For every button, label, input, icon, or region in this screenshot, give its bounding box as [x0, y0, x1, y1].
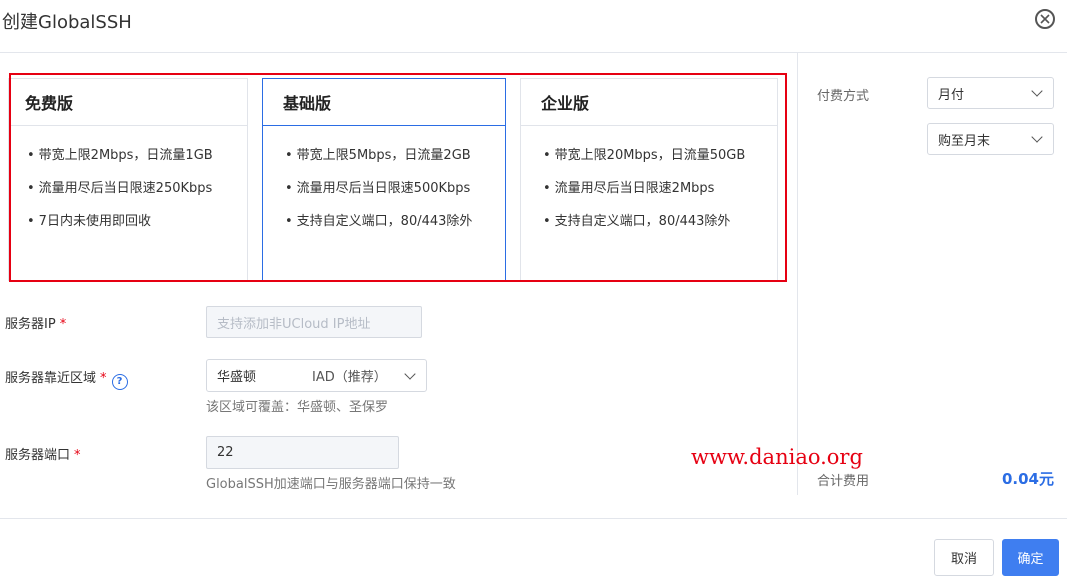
chevron-down-icon	[1031, 131, 1043, 143]
dialog-title: 创建GlobalSSH	[2, 12, 132, 33]
total-cost-value: 0.04元	[1001, 470, 1054, 488]
server-port-label: 服务器端口 *	[5, 448, 81, 463]
header-divider	[0, 52, 1067, 53]
billing-method-label: 付费方式	[817, 89, 870, 104]
billing-duration-select[interactable]: 购至月末	[927, 123, 1054, 155]
region-label: 服务器靠近区域 *?	[5, 367, 128, 390]
region-hint: 该区域可覆盖：华盛顿、圣保罗	[206, 400, 389, 415]
watermark-text: www.daniao.org	[691, 445, 863, 469]
server-port-hint: GlobalSSH加速端口与服务器端口保持一致	[206, 477, 456, 492]
total-cost-label: 合计费用	[817, 474, 870, 489]
chevron-down-icon	[1031, 85, 1043, 97]
billing-duration-value: 购至月末	[938, 133, 991, 149]
server-ip-input[interactable]: 支持添加非UCloud IP地址	[206, 306, 422, 338]
chevron-down-icon	[404, 367, 416, 380]
server-port-input[interactable]: 22	[206, 436, 399, 469]
confirm-button[interactable]: 确定	[1002, 539, 1059, 576]
billing-method-value: 月付	[938, 87, 965, 103]
region-city: 华盛顿	[217, 370, 257, 385]
close-icon[interactable]	[1035, 9, 1055, 29]
footer-divider	[0, 518, 1067, 519]
highlight-box	[9, 73, 787, 282]
sidebar-divider	[797, 53, 798, 495]
region-code: IAD（推荐）	[312, 370, 387, 385]
region-select[interactable]: 华盛顿 IAD（推荐）	[206, 359, 427, 392]
help-icon[interactable]: ?	[111, 373, 128, 390]
server-ip-label: 服务器IP *	[5, 317, 67, 332]
billing-method-select[interactable]: 月付	[927, 77, 1054, 109]
cancel-button[interactable]: 取消	[934, 539, 994, 576]
